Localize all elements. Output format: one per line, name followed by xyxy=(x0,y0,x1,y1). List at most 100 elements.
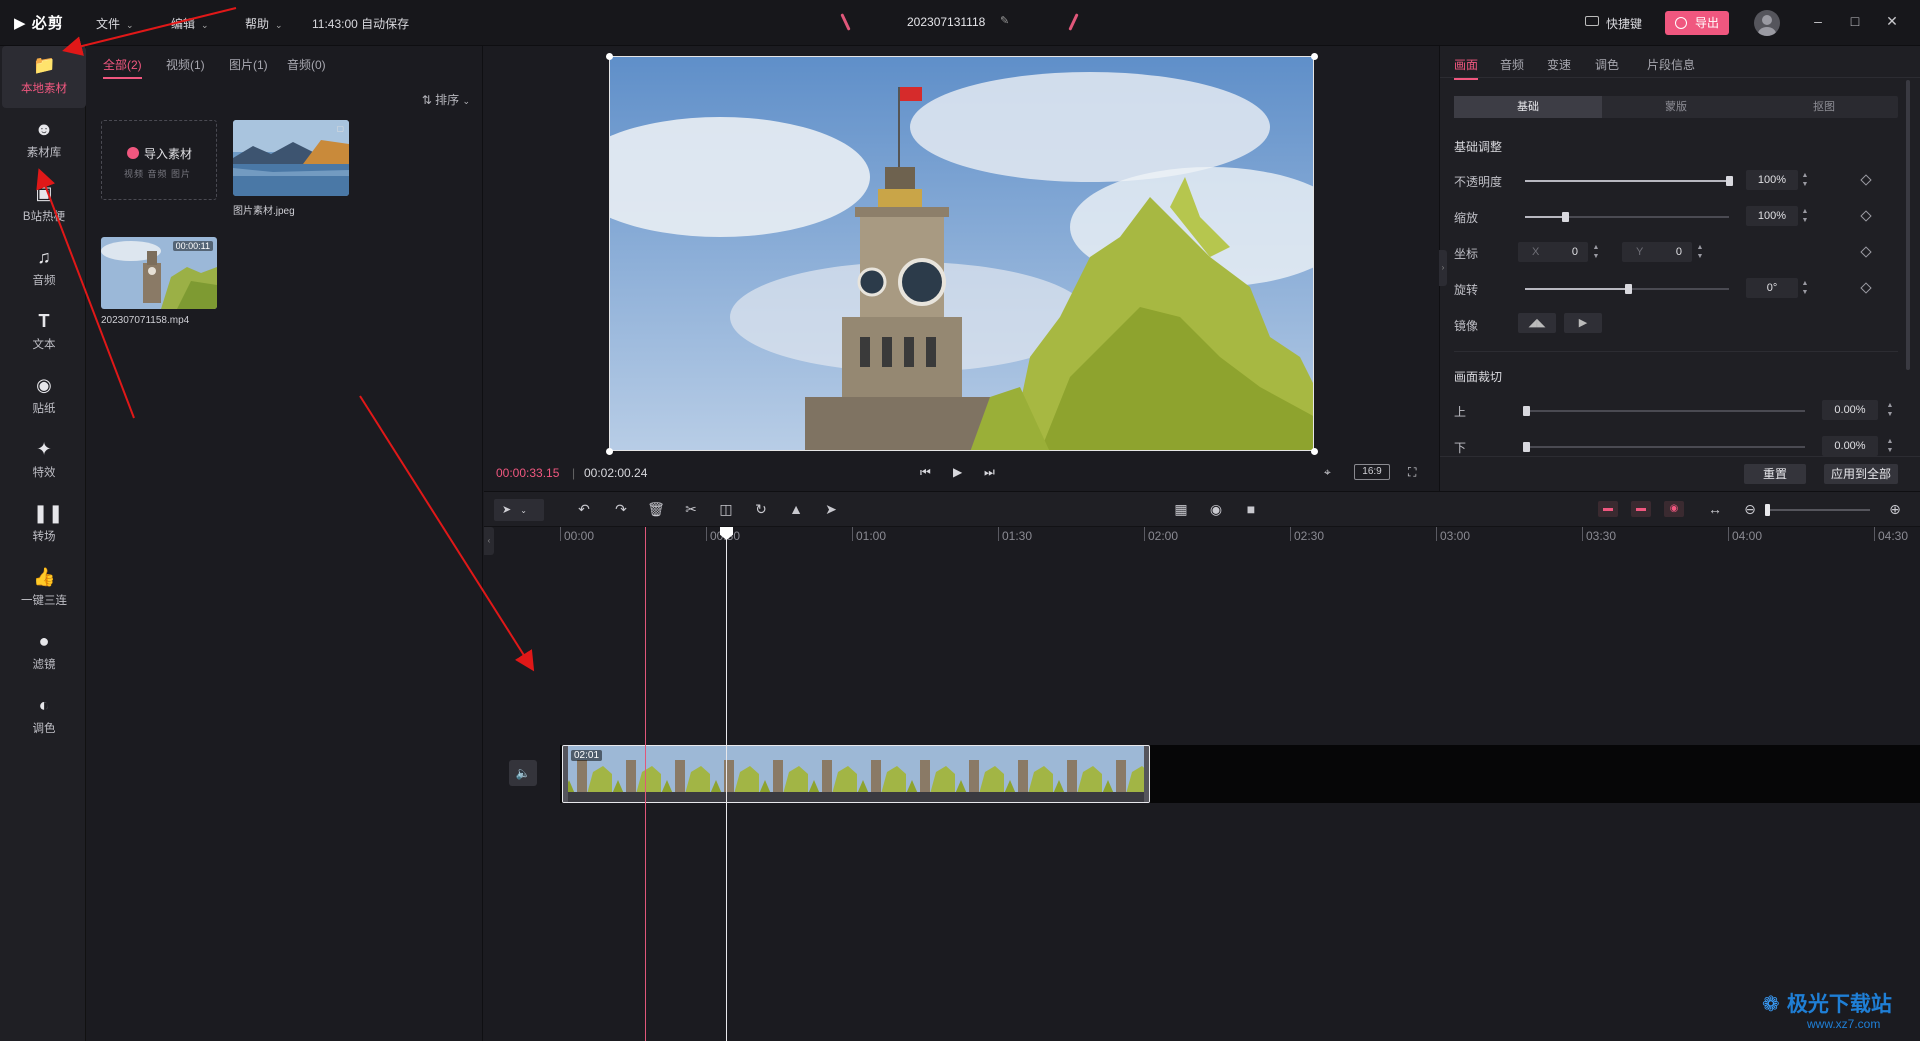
rail-item-effects[interactable]: ✦ 特效 xyxy=(2,430,86,492)
tab-speed[interactable]: 变速 xyxy=(1547,56,1571,73)
zoom-knob[interactable] xyxy=(1765,504,1770,516)
subtab-mask[interactable]: 蒙版 xyxy=(1602,96,1750,118)
crop-bottom-knob[interactable] xyxy=(1523,442,1530,452)
tab-image[interactable]: 图片(1) xyxy=(229,56,268,73)
avatar[interactable] xyxy=(1754,10,1780,36)
preview-canvas[interactable] xyxy=(609,56,1314,451)
link-track-icon[interactable]: ▬ xyxy=(1631,501,1651,517)
rail-item-local-media[interactable]: 📁 本地素材 xyxy=(2,46,86,108)
tab-clip-info[interactable]: 片段信息 xyxy=(1647,56,1695,73)
rail-item-color-grade[interactable]: ◐ 调色 xyxy=(2,686,86,748)
rail-item-bili-memes[interactable]: ▣ B站热梗 xyxy=(2,174,86,236)
split-icon[interactable]: ✂ xyxy=(682,501,700,517)
crop-top-knob[interactable] xyxy=(1523,406,1530,416)
position-x-field[interactable]: X0 xyxy=(1518,242,1588,262)
keyframe-icon[interactable] xyxy=(1860,246,1872,258)
export-button[interactable]: 导出 xyxy=(1665,11,1729,35)
rotate-value[interactable]: 0° xyxy=(1746,278,1798,298)
collapse-panel-icon[interactable]: ‹ xyxy=(484,527,494,555)
aspect-ratio-button[interactable]: 16:9 xyxy=(1354,464,1390,480)
audio-link-icon[interactable]: ◉ xyxy=(1664,501,1684,517)
scale-knob[interactable] xyxy=(1562,212,1569,222)
position-x-stepper[interactable]: ▲ ▼ xyxy=(1591,243,1601,261)
next-frame-icon[interactable]: ⏭ xyxy=(984,465,995,480)
position-y-field[interactable]: Y0 xyxy=(1622,242,1692,262)
tab-picture[interactable]: 画面 xyxy=(1454,56,1479,80)
timeline[interactable]: ‹ 00:00 00:30 01:00 01:30 02:00 02:30 03… xyxy=(484,527,1920,1041)
crop-top-value[interactable]: 0.00% xyxy=(1822,400,1878,420)
resize-handle[interactable] xyxy=(1311,53,1318,60)
opacity-knob[interactable] xyxy=(1726,176,1733,186)
fit-timeline-icon[interactable]: ↔ xyxy=(1706,501,1724,517)
rail-item-filter[interactable]: ● 滤镜 xyxy=(2,622,86,684)
tab-video[interactable]: 视频(1) xyxy=(166,56,205,73)
mirror-horizontal-button[interactable]: ◢◣ xyxy=(1518,313,1556,333)
playhead[interactable] xyxy=(726,527,727,1041)
magnet-snap-icon[interactable]: ▬ xyxy=(1598,501,1618,517)
keyframe-icon[interactable] xyxy=(1860,174,1872,186)
media-thumb-image[interactable]: ▢ xyxy=(233,120,349,196)
reverse-icon[interactable]: ↻ xyxy=(752,501,770,517)
camera-record-icon[interactable]: ■ xyxy=(1242,501,1260,517)
prev-frame-icon[interactable]: ⏮ xyxy=(920,465,931,480)
video-clip[interactable]: 02:01 xyxy=(562,745,1150,803)
tab-all[interactable]: 全部(2) xyxy=(103,56,142,79)
crop-bottom-slider[interactable] xyxy=(1525,446,1805,448)
crop-icon[interactable]: ⌖ xyxy=(1324,465,1331,480)
play-icon[interactable]: ▶ xyxy=(953,465,962,479)
apply-all-button[interactable]: 应用到全部 xyxy=(1824,464,1898,484)
subtab-cutout[interactable]: 抠图 xyxy=(1750,96,1898,118)
close-icon[interactable]: ✕ xyxy=(1882,13,1902,30)
resize-handle[interactable] xyxy=(606,448,613,455)
zoom-in-icon[interactable]: ⊕ xyxy=(1886,501,1904,517)
crop-top-slider[interactable] xyxy=(1525,410,1805,412)
opacity-value[interactable]: 100% xyxy=(1746,170,1798,190)
clip-right-handle[interactable] xyxy=(1144,746,1149,802)
select-tool-dropdown[interactable]: ➤ ⌄ xyxy=(494,499,544,521)
rotate-knob[interactable] xyxy=(1625,284,1632,294)
menu-help[interactable]: 帮助 ⌄ xyxy=(245,15,283,32)
tab-color[interactable]: 调色 xyxy=(1595,56,1619,73)
opacity-stepper[interactable]: ▲ ▼ xyxy=(1800,171,1810,189)
delete-icon[interactable]: 🗑 xyxy=(647,501,665,517)
subtab-basic[interactable]: 基础 xyxy=(1454,96,1602,118)
menu-file[interactable]: 文件 ⌄ xyxy=(96,15,134,32)
crop-top-stepper[interactable]: ▲ ▼ xyxy=(1885,401,1895,419)
maximize-icon[interactable]: □ xyxy=(1845,13,1865,29)
tab-audio[interactable]: 音频 xyxy=(1500,56,1524,73)
properties-scrollbar[interactable] xyxy=(1906,80,1910,370)
import-media-button[interactable]: 导入素材 视频 音频 图片 xyxy=(101,120,217,200)
redo-icon[interactable]: ↷ xyxy=(612,501,630,517)
time-ruler[interactable]: 00:00 00:30 01:00 01:30 02:00 02:30 03:0… xyxy=(560,527,1920,545)
track-mute-button[interactable]: 🔈 xyxy=(509,760,537,786)
position-y-stepper[interactable]: ▲ ▼ xyxy=(1695,243,1705,261)
rename-icon[interactable]: ✎ xyxy=(1000,14,1009,27)
crop-bottom-value[interactable]: 0.00% xyxy=(1822,436,1878,456)
scale-stepper[interactable]: ▲ ▼ xyxy=(1800,207,1810,225)
zoom-out-icon[interactable]: ⊖ xyxy=(1741,501,1759,517)
expand-panel-icon[interactable]: › xyxy=(1439,250,1447,286)
zoom-slider[interactable] xyxy=(1765,509,1870,511)
auto-caption-icon[interactable]: ▦ xyxy=(1172,501,1190,517)
minimize-icon[interactable]: – xyxy=(1808,13,1828,29)
rotate-stepper[interactable]: ▲ ▼ xyxy=(1800,279,1810,297)
resize-handle[interactable] xyxy=(1311,448,1318,455)
freeze-frame-icon[interactable]: ◫ xyxy=(717,501,735,517)
menu-edit[interactable]: 编辑 ⌄ xyxy=(171,15,209,32)
hotkey-button[interactable]: 快捷键 xyxy=(1606,15,1642,32)
fullscreen-icon[interactable]: ⛶ xyxy=(1408,465,1416,480)
scale-value[interactable]: 100% xyxy=(1746,206,1798,226)
marker-icon[interactable]: ➤ xyxy=(822,501,840,517)
mirror-vertical-button[interactable]: ▶ xyxy=(1564,313,1602,333)
reset-button[interactable]: 重置 xyxy=(1744,464,1806,484)
resize-handle[interactable] xyxy=(606,53,613,60)
keyframe-icon[interactable] xyxy=(1860,210,1872,222)
clip-left-handle[interactable] xyxy=(563,746,568,802)
media-thumb-video[interactable]: 00:00:11 xyxy=(101,237,217,309)
keyframe-icon[interactable] xyxy=(1860,282,1872,294)
tab-audio[interactable]: 音频(0) xyxy=(287,56,326,73)
mirror-icon[interactable]: ▲ xyxy=(787,501,805,517)
rail-item-sticker[interactable]: ◉ 贴纸 xyxy=(2,366,86,428)
rail-item-text[interactable]: T 文本 xyxy=(2,302,86,364)
rail-item-transition[interactable]: ❚❚ 转场 xyxy=(2,494,86,556)
